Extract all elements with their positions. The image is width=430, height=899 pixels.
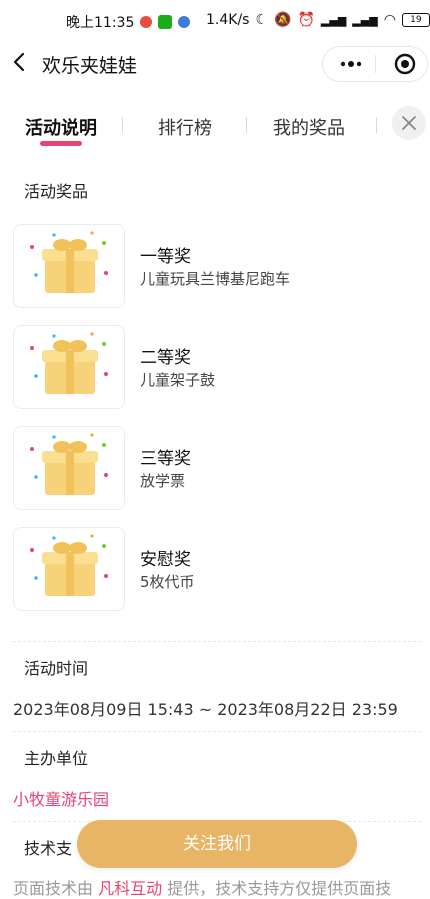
status-time: 晚上11:35 [66, 15, 135, 31]
section-title-tech-support: 技术支 [18, 835, 79, 861]
more-icon[interactable] [339, 59, 363, 69]
prize-description: 5枚代币 [140, 573, 195, 591]
page-title: 欢乐夹娃娃 [42, 55, 138, 77]
section-divider [13, 641, 421, 642]
notification-app-icon [140, 16, 153, 28]
battery-level: 19 [410, 15, 422, 25]
prize-item: 一等奖 儿童玩具兰博基尼跑车 [13, 224, 423, 308]
organizer-link[interactable]: 小牧童游乐园 [13, 786, 109, 810]
gift-box-image [13, 224, 125, 308]
tab-separator [376, 117, 377, 133]
gift-icon [30, 332, 108, 394]
prize-description: 放学票 [140, 472, 186, 490]
alarm-icon: ⏰ [297, 12, 315, 28]
tab-bar: 活动说明 排行榜 我的奖品 [0, 100, 430, 152]
prize-name: 安慰奖 [140, 550, 191, 570]
tech-support-text: 页面技术由 凡科互动 提供，技术支持方仅提供页面技 [13, 879, 392, 898]
net-speed: 1.4K/s [206, 12, 250, 28]
follow-us-button[interactable]: 关注我们 [77, 820, 357, 868]
close-miniprogram-icon[interactable] [394, 53, 416, 75]
section-title-time: 活动时间 [18, 655, 95, 681]
baidu-icon [178, 16, 191, 28]
gift-icon [30, 433, 108, 495]
status-bar: 晚上11:35 1.4K/s ☾ 🔕 ⏰ ▂▄▆ ▂▄▆ ◠ 19 ϟ [0, 0, 430, 44]
gift-box-image [13, 325, 125, 409]
section-divider [13, 731, 421, 732]
wifi-icon: ◠ [383, 12, 396, 28]
tab-leaderboard[interactable]: 排行榜 [158, 114, 212, 140]
active-tab-indicator [40, 141, 82, 146]
battery-icon: 19 [401, 13, 430, 27]
prize-item: 二等奖 儿童架子鼓 [13, 325, 423, 409]
prize-description: 儿童架子鼓 [140, 371, 216, 389]
back-arrow-icon[interactable] [8, 50, 32, 74]
signal-icon: ▂▄▆ [320, 13, 347, 27]
status-right: 1.4K/s ☾ 🔕 ⏰ ▂▄▆ ▂▄▆ ◠ 19 ϟ [206, 12, 430, 28]
tab-my-prizes[interactable]: 我的奖品 [273, 114, 345, 140]
gift-icon [30, 534, 108, 596]
prize-name: 一等奖 [140, 247, 191, 267]
prize-name: 二等奖 [140, 348, 191, 368]
gift-box-image [13, 426, 125, 510]
tab-activity-info[interactable]: 活动说明 [25, 114, 97, 140]
prize-item: 三等奖 放学票 [13, 426, 423, 510]
prize-description: 儿童玩具兰博基尼跑车 [140, 270, 291, 288]
miniprogram-capsule [322, 46, 428, 82]
status-left: 晚上11:35 [66, 12, 191, 32]
close-icon [402, 116, 416, 130]
activity-time-value: 2023年08月09日 15:43 ~ 2023年08月22日 23:59 [13, 700, 398, 719]
gift-box-image [13, 527, 125, 611]
section-title-prizes: 活动奖品 [18, 178, 95, 204]
moon-icon: ☾ [255, 12, 269, 28]
prize-name: 三等奖 [140, 449, 191, 469]
tab-separator [246, 117, 247, 133]
section-title-organizer: 主办单位 [18, 745, 95, 771]
gift-icon [30, 231, 108, 293]
close-button[interactable] [392, 106, 426, 140]
tech-provider-link[interactable]: 凡科互动 [98, 879, 162, 898]
signal-icon-2: ▂▄▆ [352, 13, 378, 27]
wechat-icon [158, 15, 173, 29]
tab-separator [122, 117, 123, 133]
capsule-divider [375, 55, 376, 73]
prize-item: 安慰奖 5枚代币 [13, 527, 423, 611]
mute-icon: 🔕 [274, 12, 292, 28]
nav-bar: 欢乐夹娃娃 [0, 44, 430, 84]
